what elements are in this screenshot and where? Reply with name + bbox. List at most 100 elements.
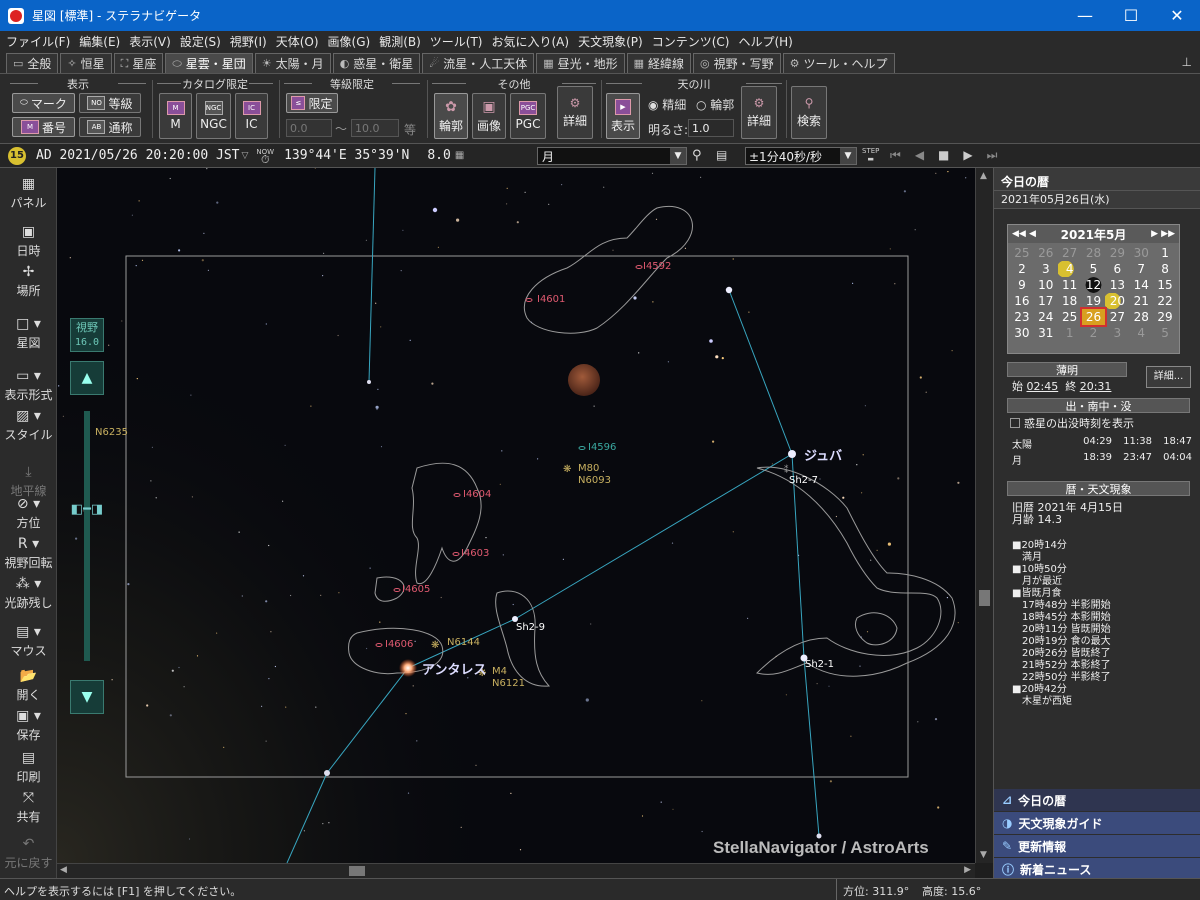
datetime-display[interactable]: AD 2021/05/26 20:20:00 JST [36,148,240,163]
image-button[interactable]: ▣ 画像 [472,93,506,139]
scroll-thumb[interactable] [349,866,365,876]
calendar-day[interactable]: 4 [1129,325,1153,341]
calendar-day[interactable]: 11 [1058,277,1082,293]
tab-10[interactable]: ⚙ ツール・ヘルプ [782,53,895,73]
label-antares[interactable]: アンタレス [422,659,486,678]
calendar-day[interactable]: 27 [1058,245,1082,261]
menu-item[interactable]: 設定(S) [180,33,221,50]
moon-age-badge[interactable]: 15 [8,146,26,165]
panel-link-1[interactable]: ◑ 天文現象ガイド [994,812,1200,834]
calendar-day[interactable]: 1 [1153,245,1177,261]
calendar-day[interactable]: 28 [1129,309,1153,325]
label-i4604[interactable]: I4604 [463,489,491,500]
tab-8[interactable]: ▦ 経緯線 [626,53,692,73]
menu-item[interactable]: 表示(V) [129,33,171,50]
minimize-button[interactable]: — [1062,0,1108,31]
pgc-button[interactable]: PGC PGC [510,93,546,139]
tab-5[interactable]: ◐ 惑星・衛星 [332,53,421,73]
label-m80[interactable]: M80 [578,463,599,474]
milkyway-show-button[interactable]: ▶ 表示 [606,93,640,139]
calendar-day[interactable]: 3 [1034,261,1058,277]
left-tool-7[interactable]: ⊘ ▾ 方位 [0,496,57,531]
calendar-day[interactable]: 20 [1105,293,1130,309]
calendar-day[interactable]: 27 [1105,309,1129,325]
label-i4605[interactable]: I4605 [402,584,430,595]
calendar-day[interactable]: 4 [1057,261,1082,277]
contour-radio[interactable]: ○ 輪郭 [696,96,734,113]
menu-item[interactable]: 天文現象(P) [578,33,643,50]
star-antares[interactable] [399,659,417,677]
number-button[interactable]: M 番号 [12,117,75,137]
close-button[interactable]: ✕ [1154,0,1200,31]
tab-0[interactable]: ▭ 全般 [6,53,59,73]
scroll-left-icon[interactable]: ◀ [60,865,67,875]
calendar-day[interactable]: 29 [1153,309,1177,325]
label-jupiter[interactable]: ジュバ [804,445,842,464]
calendar-day[interactable]: 5 [1082,261,1106,277]
label-sh2-7[interactable]: Sh2-7 [789,475,818,486]
zoom-display[interactable]: 8.0 [427,148,450,163]
calendar-day[interactable]: 2 [1010,261,1034,277]
brightness-input[interactable]: 1.0 [688,119,734,137]
catalog-ic-button[interactable]: IC IC [235,93,268,139]
twilight-detail-button[interactable]: 詳細... [1146,366,1191,388]
panel-link-0[interactable]: ⊿ 今日の暦 [994,789,1200,811]
menu-item[interactable]: 視野(I) [230,33,267,50]
panel-link-3[interactable]: ⓘ 新着ニュース [994,858,1200,880]
label-i4606[interactable]: I4606 [385,639,413,650]
tab-7[interactable]: ▦ 昼光・地形 [536,53,625,73]
calendar-day[interactable]: 12 [1081,277,1106,293]
calendar-day[interactable]: 24 [1034,309,1058,325]
calendar-prev-icon[interactable]: ◀◀ ◀ [1012,229,1036,239]
left-tool-5[interactable]: ▨ ▾ スタイル [0,408,57,443]
now-button[interactable]: NOW ⏱ [256,148,274,165]
menu-item[interactable]: コンテンツ(C) [652,33,730,50]
menu-item[interactable]: 天体(O) [276,33,319,50]
calendar-day[interactable]: 5 [1153,325,1177,341]
menu-item[interactable]: ファイル(F) [6,33,70,50]
maximize-button[interactable]: ☐ [1108,0,1154,31]
vertical-scrollbar[interactable]: ▲ ▼ [975,168,993,863]
calendar-day[interactable]: 15 [1153,277,1177,293]
other-detail-button[interactable]: ⚙ 詳細 [557,86,593,139]
label-i4596[interactable]: I4596 [588,442,616,453]
label-sh2-9[interactable]: Sh2-9 [516,622,545,633]
play-icon[interactable]: ▶ [963,148,986,162]
search-button[interactable]: ⚲ 検索 [791,86,827,139]
menu-item[interactable]: お気に入り(A) [492,33,570,50]
calendar-day[interactable]: 22 [1153,293,1177,309]
label-i4592[interactable]: I4592 [643,261,671,272]
common-name-button[interactable]: AB 通称 [79,117,141,137]
left-tool-1[interactable]: ▣ 日時 [0,224,57,259]
label-n6235[interactable]: N6235 [95,427,128,438]
zoom-in-button[interactable]: ▲ [70,361,104,395]
calendar-day[interactable]: 23 [1010,309,1034,325]
menu-item[interactable]: 編集(E) [79,33,120,50]
keyboard-icon[interactable]: ▦ [455,150,464,161]
calendar-next-icon[interactable]: ▶ ▶▶ [1151,229,1175,239]
star[interactable] [432,207,438,213]
tab-3[interactable]: ⬭ 星雲・星団 [165,53,253,73]
calendar-day[interactable]: 19 [1082,293,1106,309]
menu-item[interactable]: ツール(T) [430,33,483,50]
mark-button[interactable]: ⬭ マーク [12,93,75,113]
calendar-day[interactable]: 29 [1105,245,1129,261]
pin-icon[interactable]: ⊥ [1182,55,1192,69]
calendar-day[interactable]: 18 [1058,293,1082,309]
calendar-day[interactable]: 21 [1129,293,1153,309]
skip-forward-icon[interactable]: ⏭ [987,148,1012,162]
scroll-thumb[interactable] [979,590,990,606]
fov-slider-handle[interactable]: ◧━◨ [69,502,105,518]
left-tool-0[interactable]: ▦ パネル [0,176,57,211]
tab-9[interactable]: ◎ 視野・写野 [693,53,781,73]
search-icon[interactable]: ⚲ [692,148,702,163]
label-n6121[interactable]: N6121 [492,678,525,689]
catalog-m-button[interactable]: MM [159,93,192,139]
outline-button[interactable]: ✿ 輪郭 [434,93,468,139]
twilight-end[interactable]: 20:31 [1080,380,1112,393]
left-tool-8[interactable]: R ▾ 視野回転 [0,536,57,571]
tab-4[interactable]: ☀ 太陽・月 [254,53,331,73]
calendar-day[interactable]: 9 [1010,277,1034,293]
calendar-day[interactable]: 26 [1079,307,1108,327]
calendar-day[interactable]: 2 [1082,325,1106,341]
